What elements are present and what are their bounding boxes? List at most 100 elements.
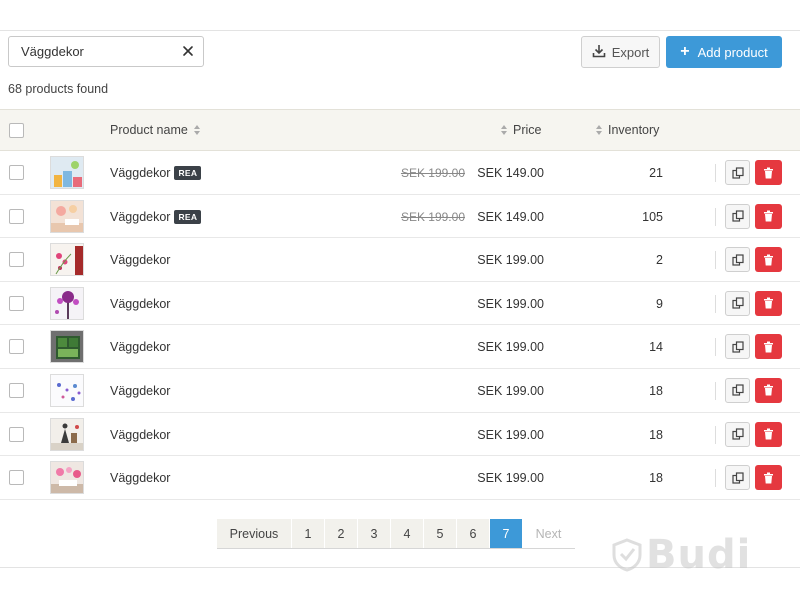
duplicate-button[interactable] (725, 421, 750, 447)
inventory: 105 (642, 209, 663, 224)
product-thumbnail[interactable] (50, 373, 84, 407)
product-thumbnail[interactable] (50, 156, 84, 189)
delete-button[interactable] (755, 334, 782, 360)
row-checkbox[interactable] (9, 426, 24, 442)
row-checkbox[interactable] (9, 470, 24, 486)
product-thumbnail[interactable] (50, 417, 84, 451)
product-name-cell: Väggdekor REA (110, 209, 202, 224)
page-2-button[interactable]: 2 (325, 519, 358, 548)
delete-button[interactable] (755, 465, 782, 491)
product-name[interactable]: Väggdekor (110, 166, 170, 180)
trash-icon (764, 210, 773, 222)
old-price: SEK 199.00 (400, 166, 465, 180)
clear-search-icon[interactable] (181, 44, 195, 58)
copy-icon (731, 210, 744, 222)
download-icon (592, 44, 606, 61)
delete-button[interactable] (755, 421, 782, 447)
divider (715, 251, 716, 270)
pagination: Previous 1 2 3 4 5 6 7 Next (217, 519, 575, 549)
page-5-button[interactable]: 5 (424, 519, 457, 548)
page-3-button[interactable]: 3 (358, 519, 391, 548)
inventory: 9 (656, 296, 663, 311)
column-product-name[interactable]: Product name (110, 123, 201, 137)
duplicate-button[interactable] (725, 334, 750, 360)
product-name[interactable]: Väggdekor (110, 297, 170, 311)
price: SEK 199.00 (477, 253, 544, 268)
column-inventory-label: Inventory (608, 123, 660, 137)
table-row: Väggdekor REA SEK 199.00 SEK 149.00 105 (0, 195, 800, 239)
row-checkbox[interactable] (9, 339, 24, 355)
add-product-button[interactable]: + Add product (666, 36, 782, 68)
select-all-checkbox[interactable] (9, 123, 24, 138)
product-name[interactable]: Väggdekor (110, 428, 170, 442)
table-row: Väggdekor SEK 199.00 18 (0, 369, 800, 413)
product-name-cell: Väggdekor (110, 297, 170, 311)
page-7-button-current[interactable]: 7 (490, 519, 523, 548)
search-input[interactable] (9, 37, 179, 66)
product-name[interactable]: Väggdekor (110, 210, 170, 224)
delete-button[interactable] (755, 160, 782, 185)
table-row: Väggdekor SEK 199.00 9 (0, 282, 800, 326)
row-checkbox[interactable] (9, 382, 24, 398)
product-thumbnail[interactable] (50, 199, 84, 233)
price: SEK 199.00 (477, 471, 544, 486)
delete-button[interactable] (755, 290, 782, 316)
duplicate-button[interactable] (725, 160, 750, 185)
product-name[interactable]: Väggdekor (110, 253, 170, 267)
sort-icon (595, 124, 603, 136)
column-price-label: Price (513, 123, 542, 137)
column-inventory[interactable]: Inventory (595, 123, 659, 137)
product-table: Product name Price Inventory Väggdekor RE… (0, 109, 800, 500)
column-price[interactable]: Price (500, 123, 541, 137)
delete-button[interactable] (755, 203, 782, 229)
duplicate-button[interactable] (725, 247, 750, 273)
divider (715, 381, 716, 400)
row-checkbox[interactable] (9, 165, 24, 180)
copy-icon (731, 428, 744, 440)
table-header: Product name Price Inventory (0, 109, 800, 151)
inventory: 18 (649, 471, 663, 486)
trash-icon (764, 384, 773, 396)
sort-icon (193, 124, 201, 136)
trash-icon (764, 428, 773, 440)
copy-icon (731, 384, 744, 397)
product-name-cell: Väggdekor (110, 428, 170, 442)
copy-icon (731, 297, 744, 309)
page-6-button[interactable]: 6 (457, 519, 490, 548)
previous-page-button[interactable]: Previous (217, 519, 292, 548)
product-thumbnail[interactable] (50, 243, 84, 277)
row-checkbox[interactable] (9, 295, 24, 311)
duplicate-button[interactable] (725, 465, 750, 491)
product-thumbnail[interactable] (50, 286, 84, 320)
trash-icon (764, 472, 773, 484)
price: SEK 199.00 (477, 296, 544, 311)
product-name[interactable]: Väggdekor (110, 384, 170, 398)
next-page-button[interactable]: Next (523, 519, 575, 548)
row-checkbox[interactable] (9, 208, 24, 224)
product-name[interactable]: Väggdekor (110, 471, 170, 485)
table-row: Väggdekor SEK 199.00 18 (0, 413, 800, 457)
copy-icon (731, 254, 744, 266)
product-thumbnail[interactable] (50, 330, 84, 364)
duplicate-button[interactable] (725, 203, 750, 229)
delete-button[interactable] (755, 247, 782, 273)
table-body: Väggdekor REA SEK 199.00 SEK 149.00 21 Vä… (0, 151, 800, 500)
table-row: Väggdekor SEK 199.00 2 (0, 238, 800, 282)
duplicate-button[interactable] (725, 377, 750, 403)
product-thumbnail[interactable] (50, 461, 84, 495)
old-price: SEK 199.00 (400, 209, 465, 224)
add-product-label: Add product (697, 44, 768, 60)
row-checkbox[interactable] (9, 252, 24, 268)
page-1-button[interactable]: 1 (292, 519, 325, 548)
product-name[interactable]: Väggdekor (110, 340, 170, 354)
sale-badge: REA (174, 166, 202, 180)
page-4-button[interactable]: 4 (391, 519, 424, 548)
inventory: 14 (649, 340, 663, 355)
divider (715, 207, 716, 226)
delete-button[interactable] (755, 377, 782, 403)
trash-icon (764, 297, 773, 309)
table-row: Väggdekor SEK 199.00 18 (0, 456, 800, 500)
search-box[interactable] (8, 36, 204, 67)
duplicate-button[interactable] (725, 290, 750, 316)
export-button[interactable]: Export (581, 36, 660, 68)
